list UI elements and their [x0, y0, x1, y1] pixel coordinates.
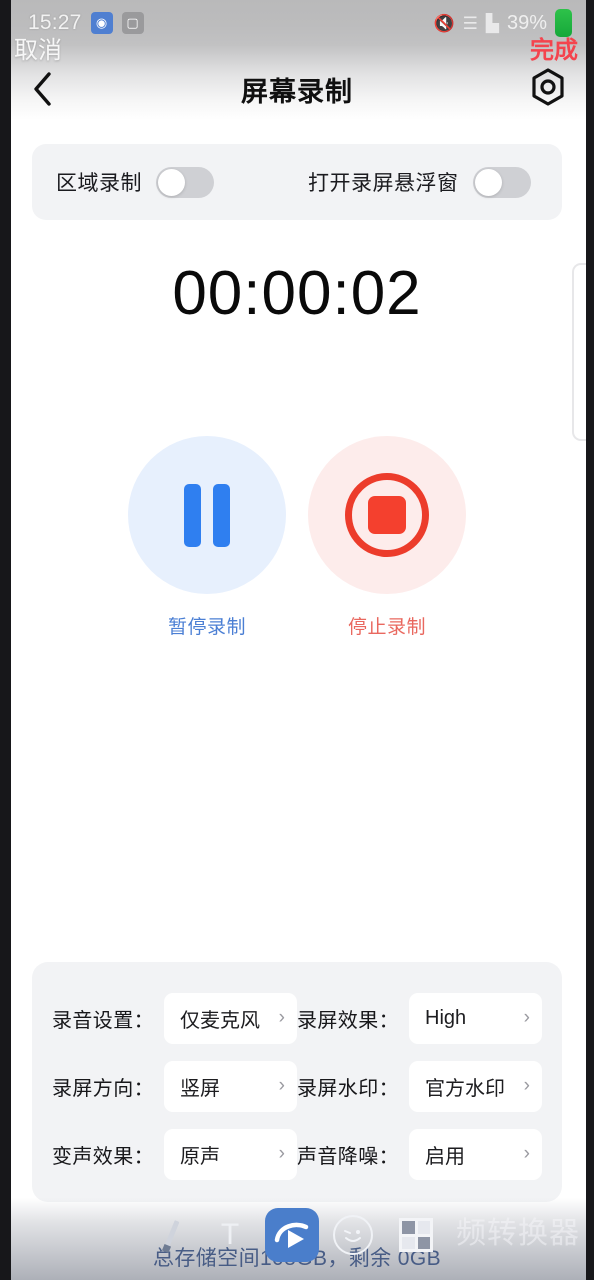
stop-button-circle[interactable]	[308, 436, 466, 594]
stop-record-label: 停止录制	[347, 617, 426, 638]
voice-changer-value: 原声	[180, 1145, 220, 1168]
region-record-toggle[interactable]: 区域录制	[56, 166, 214, 198]
floating-window-toggle[interactable]: 打开录屏悬浮窗	[308, 166, 531, 198]
floating-window-switch[interactable]	[472, 166, 531, 198]
record-quality-label: 录屏效果：	[297, 1009, 399, 1032]
signal-icon: ▙	[485, 13, 499, 33]
nav-bar: 屏幕录制	[0, 58, 594, 120]
recording-timer: 00:00:02	[172, 259, 422, 328]
done-button[interactable]: 完成	[530, 30, 578, 65]
pause-record-label: 暂停录制	[167, 617, 246, 638]
audio-source-setting[interactable]: 录音设置： 仅麦克风 ›	[52, 992, 297, 1044]
region-record-label: 区域录制	[56, 172, 142, 195]
switch-knob	[474, 168, 502, 196]
record-watermark-setting[interactable]: 录屏水印： 官方水印 ›	[297, 1060, 542, 1112]
pencil-icon[interactable]	[161, 1218, 195, 1252]
switch-knob	[158, 168, 185, 196]
status-bar: 15:27 ◉ ▢ 🔇 ☰ ▙ 39%	[0, 0, 594, 46]
toggles-card: 区域录制 打开录屏悬浮窗	[32, 144, 562, 220]
page-title: 屏幕录制	[241, 76, 353, 107]
chevron-right-icon: ›	[523, 1075, 530, 1096]
record-controls: 暂停录制 停止录制	[0, 436, 594, 639]
audio-source-value-box[interactable]: 仅麦克风 ›	[164, 992, 297, 1044]
voice-changer-value-box[interactable]: 原声 ›	[164, 1128, 297, 1180]
chevron-right-icon: ›	[523, 1143, 530, 1164]
screen-record-icon: ◉	[90, 12, 113, 34]
edge-panel-handle[interactable]	[572, 263, 586, 441]
chevron-right-icon: ›	[278, 1143, 285, 1164]
gallery-icon: ▢	[121, 12, 144, 34]
grid-cell	[402, 1236, 415, 1249]
record-orientation-setting[interactable]: 录屏方向： 竖屏 ›	[52, 1060, 297, 1112]
floating-toolbar: T	[0, 1206, 594, 1264]
chevron-right-icon: ›	[278, 1075, 285, 1096]
settings-panel: 录音设置： 仅麦克风 › 录屏效果： High › 录屏方向： 竖屏 › 录屏水…	[32, 962, 562, 1202]
stop-icon	[345, 473, 429, 557]
floating-window-label: 打开录屏悬浮窗	[308, 172, 459, 195]
wifi-icon: ☰	[462, 13, 478, 33]
noise-reduction-setting[interactable]: 声音降噪： 启用 ›	[297, 1128, 542, 1180]
record-watermark-value-box[interactable]: 官方水印 ›	[409, 1060, 542, 1112]
record-orientation-label: 录屏方向：	[52, 1077, 154, 1100]
voice-changer-setting[interactable]: 变声效果： 原声 ›	[52, 1128, 297, 1180]
chevron-right-icon: ›	[278, 1007, 285, 1028]
audio-source-label: 录音设置：	[52, 1009, 154, 1032]
pause-icon	[184, 483, 230, 547]
pause-button-circle[interactable]	[128, 436, 286, 594]
record-watermark-value: 官方水印	[425, 1077, 505, 1100]
text-icon[interactable]: T	[221, 1220, 239, 1250]
stop-square	[368, 496, 406, 534]
record-quality-value: High	[425, 1006, 467, 1029]
record-quality-value-box[interactable]: High ›	[409, 992, 542, 1044]
region-record-switch[interactable]	[156, 166, 214, 198]
smiley-icon[interactable]	[333, 1215, 374, 1255]
cancel-button[interactable]: 取消	[14, 30, 62, 65]
settings-row: 录音设置： 仅麦克风 › 录屏效果： High ›	[52, 984, 542, 1052]
chevron-right-icon: ›	[523, 1007, 530, 1028]
stop-record-button[interactable]: 停止录制	[308, 436, 466, 639]
pause-record-button[interactable]: 暂停录制	[128, 436, 286, 639]
grid-icon[interactable]	[399, 1218, 434, 1252]
audio-source-value: 仅麦克风	[180, 1009, 260, 1032]
noise-reduction-label: 声音降噪：	[297, 1145, 399, 1168]
screen-bezel-right	[586, 0, 594, 1280]
video-app-icon[interactable]	[265, 1208, 320, 1262]
record-orientation-value-box[interactable]: 竖屏 ›	[164, 1060, 297, 1112]
voice-changer-label: 变声效果：	[52, 1145, 154, 1168]
noise-reduction-value-box[interactable]: 启用 ›	[409, 1128, 542, 1180]
noise-reduction-value: 启用	[425, 1145, 465, 1168]
grid-cell	[417, 1236, 431, 1249]
settings-row: 变声效果： 原声 › 声音降噪： 启用 ›	[52, 1120, 542, 1188]
record-quality-setting[interactable]: 录屏效果： High ›	[297, 992, 542, 1044]
mute-icon: 🔇	[433, 13, 455, 33]
screen-bezel-left	[0, 0, 11, 1280]
record-watermark-label: 录屏水印：	[297, 1077, 399, 1100]
record-orientation-value: 竖屏	[180, 1077, 220, 1100]
phone-screen: 15:27 ◉ ▢ 🔇 ☰ ▙ 39% 取消 完成 屏幕录制 区域录制 打开录屏…	[0, 0, 594, 1280]
settings-row: 录屏方向： 竖屏 › 录屏水印： 官方水印 ›	[52, 1052, 542, 1120]
grid-cell	[402, 1221, 415, 1234]
grid-cell	[417, 1221, 431, 1234]
